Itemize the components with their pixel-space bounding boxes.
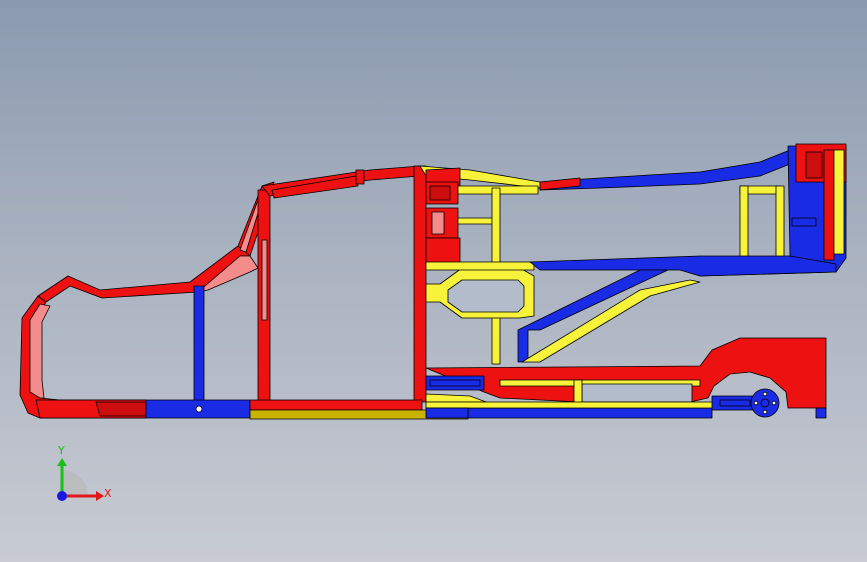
front-blue-post (193, 285, 205, 403)
coordinate-triad: X Y (57, 444, 112, 501)
rear-floor-light-inner (581, 383, 693, 403)
cad-viewport[interactable]: X Y (0, 0, 867, 562)
x-axis-arrow (96, 491, 104, 501)
rear-yellow-vpost2 (775, 185, 785, 259)
roof-bracket (355, 169, 365, 185)
floor-rail-red (249, 399, 423, 411)
rear-blue-arm (529, 255, 837, 277)
rear-floor-yellow-1 (425, 393, 487, 403)
a-pillar-vertical-light (261, 239, 268, 321)
y-axis-label: Y (57, 444, 65, 457)
x-axis-label: X (104, 487, 112, 500)
rear-hub-hole-3 (762, 409, 768, 415)
triad-arc (62, 470, 88, 496)
rear-hub-center (760, 398, 770, 408)
rear-suspension-link-inner (719, 399, 751, 407)
front-top-rail (37, 245, 251, 303)
front-nose-inner (29, 303, 51, 399)
yellow-bar-2 (457, 217, 497, 225)
yellow-mid-bar (425, 261, 535, 271)
center-box-red-4 (431, 211, 445, 235)
b-pillar (413, 165, 427, 403)
rear-floor-yellow-under (425, 401, 717, 409)
yellow-lozenge-hole (447, 279, 525, 313)
bottom-front-shade (95, 401, 147, 417)
chassis-model[interactable]: X Y (0, 0, 867, 562)
center-box-red-5 (425, 237, 461, 265)
rear-hub-hole-2 (771, 400, 777, 406)
rear-yellow-vpost (739, 185, 749, 259)
rear-hub-hole-4 (753, 400, 759, 406)
rear-box-red-inner (805, 151, 823, 179)
rear-floor-blue-under (467, 407, 713, 419)
y-axis-arrow (57, 458, 67, 466)
rear-hub-hole-1 (762, 391, 768, 397)
floor-mount-hole (195, 405, 203, 413)
center-box-red-2 (429, 185, 451, 201)
rear-floor-blue-box-2 (429, 379, 481, 387)
rear-blue-slot (791, 217, 817, 227)
rear-red-side (823, 149, 835, 261)
rear-bumper-tip (815, 407, 827, 419)
rear-floor-blue-start (425, 407, 469, 419)
rear-blue-diagonal (517, 269, 669, 363)
z-axis-dot (57, 491, 67, 501)
